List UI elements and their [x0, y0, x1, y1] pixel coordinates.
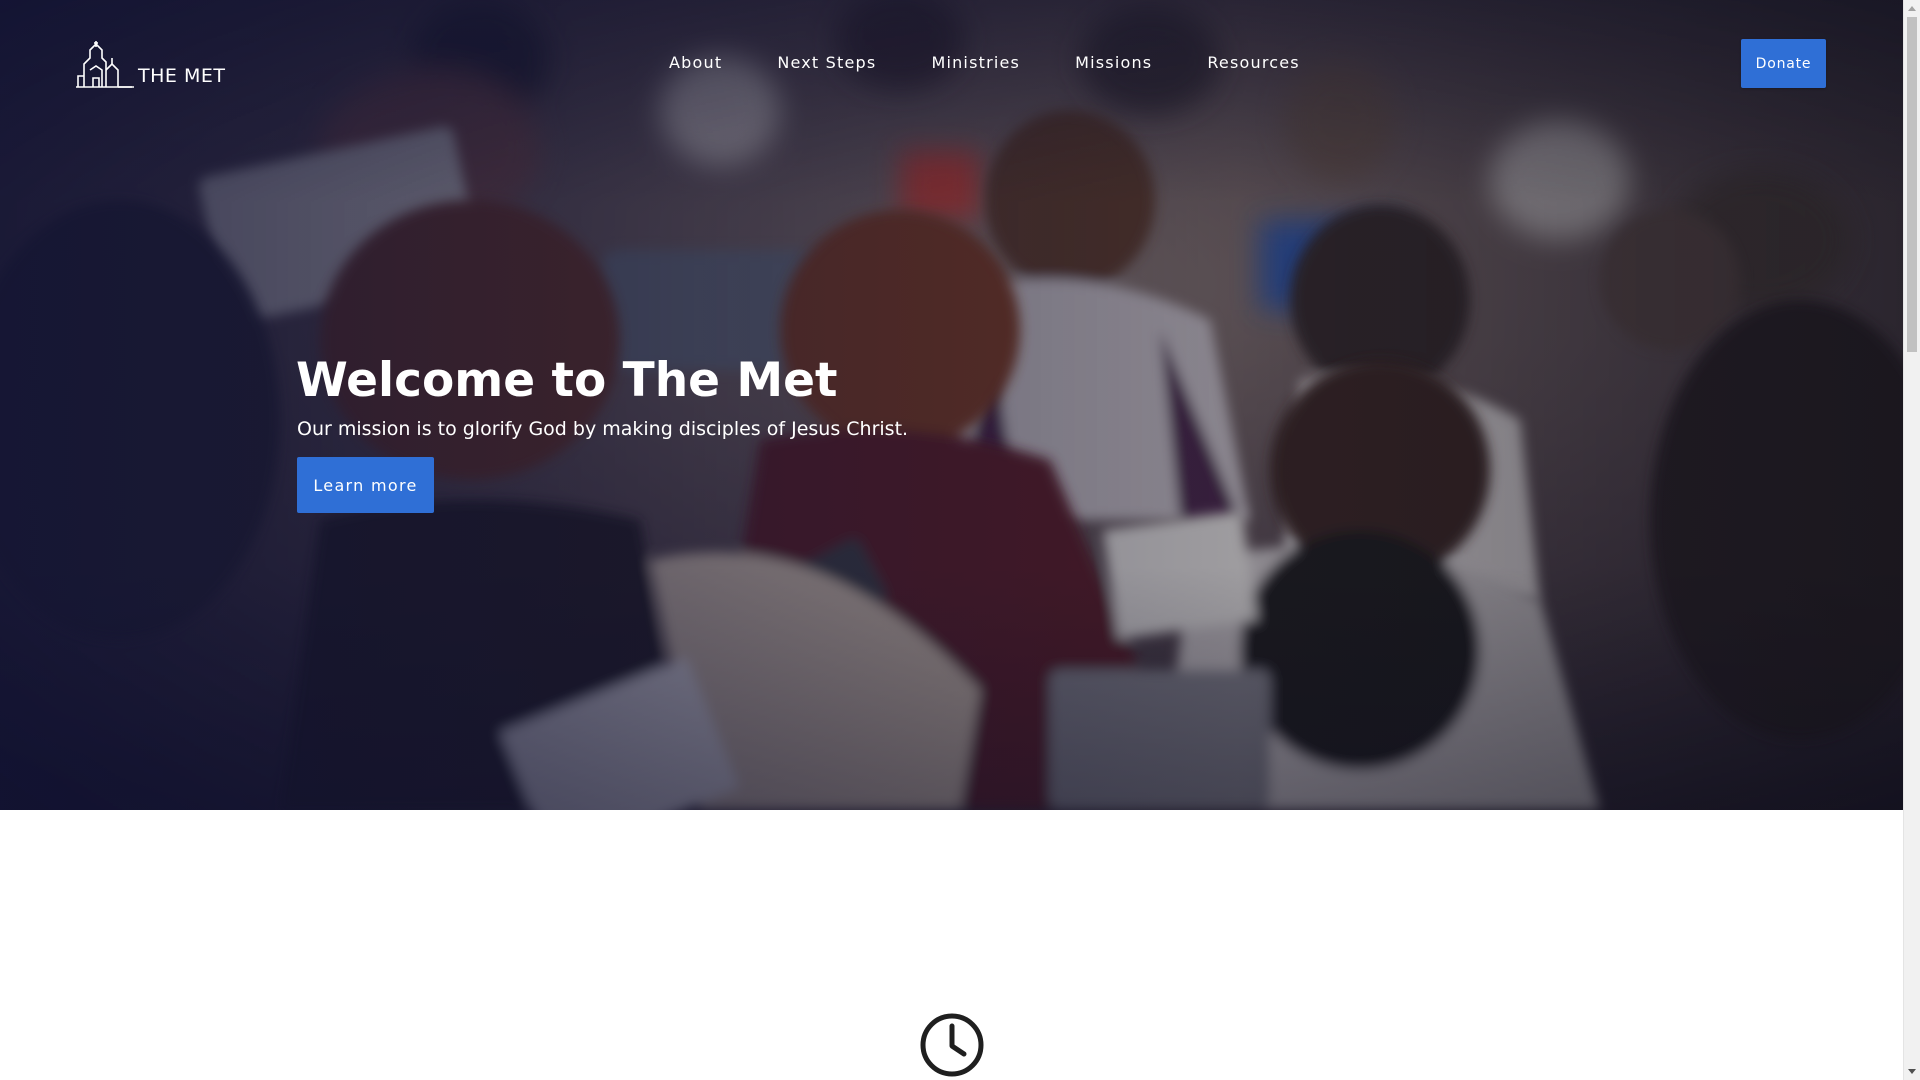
learn-more-button[interactable]: Learn more	[297, 457, 434, 513]
nav-item-next-steps[interactable]: Next Steps	[777, 52, 876, 74]
page-scrollbar[interactable]	[1903, 0, 1920, 1080]
scrollbar-thumb[interactable]	[1907, 17, 1917, 352]
nav-item-missions[interactable]: Missions	[1075, 52, 1152, 74]
church-skyline-icon	[76, 41, 134, 88]
hero-subtitle: Our mission is to glorify God by making …	[297, 418, 909, 440]
donate-button[interactable]: Donate	[1741, 39, 1826, 88]
hero-title: Welcome to The Met	[296, 353, 838, 408]
scroll-down-arrow-icon[interactable]	[1904, 1063, 1920, 1080]
nav-item-resources[interactable]: Resources	[1207, 52, 1300, 74]
page: THE MET About Next Steps Ministries Miss…	[0, 0, 1920, 1080]
scroll-up-arrow-icon[interactable]	[1904, 0, 1920, 17]
hero-section: THE MET About Next Steps Ministries Miss…	[0, 0, 1903, 810]
brand-logo[interactable]: THE MET	[76, 38, 225, 90]
brand-name: THE MET	[138, 65, 226, 87]
nav-item-about[interactable]: About	[669, 52, 722, 74]
nav-item-ministries[interactable]: Ministries	[931, 52, 1020, 74]
hero-overlay	[0, 0, 1903, 810]
main-nav: About Next Steps Ministries Missions Res…	[669, 52, 1300, 74]
clock-icon	[920, 1013, 984, 1077]
